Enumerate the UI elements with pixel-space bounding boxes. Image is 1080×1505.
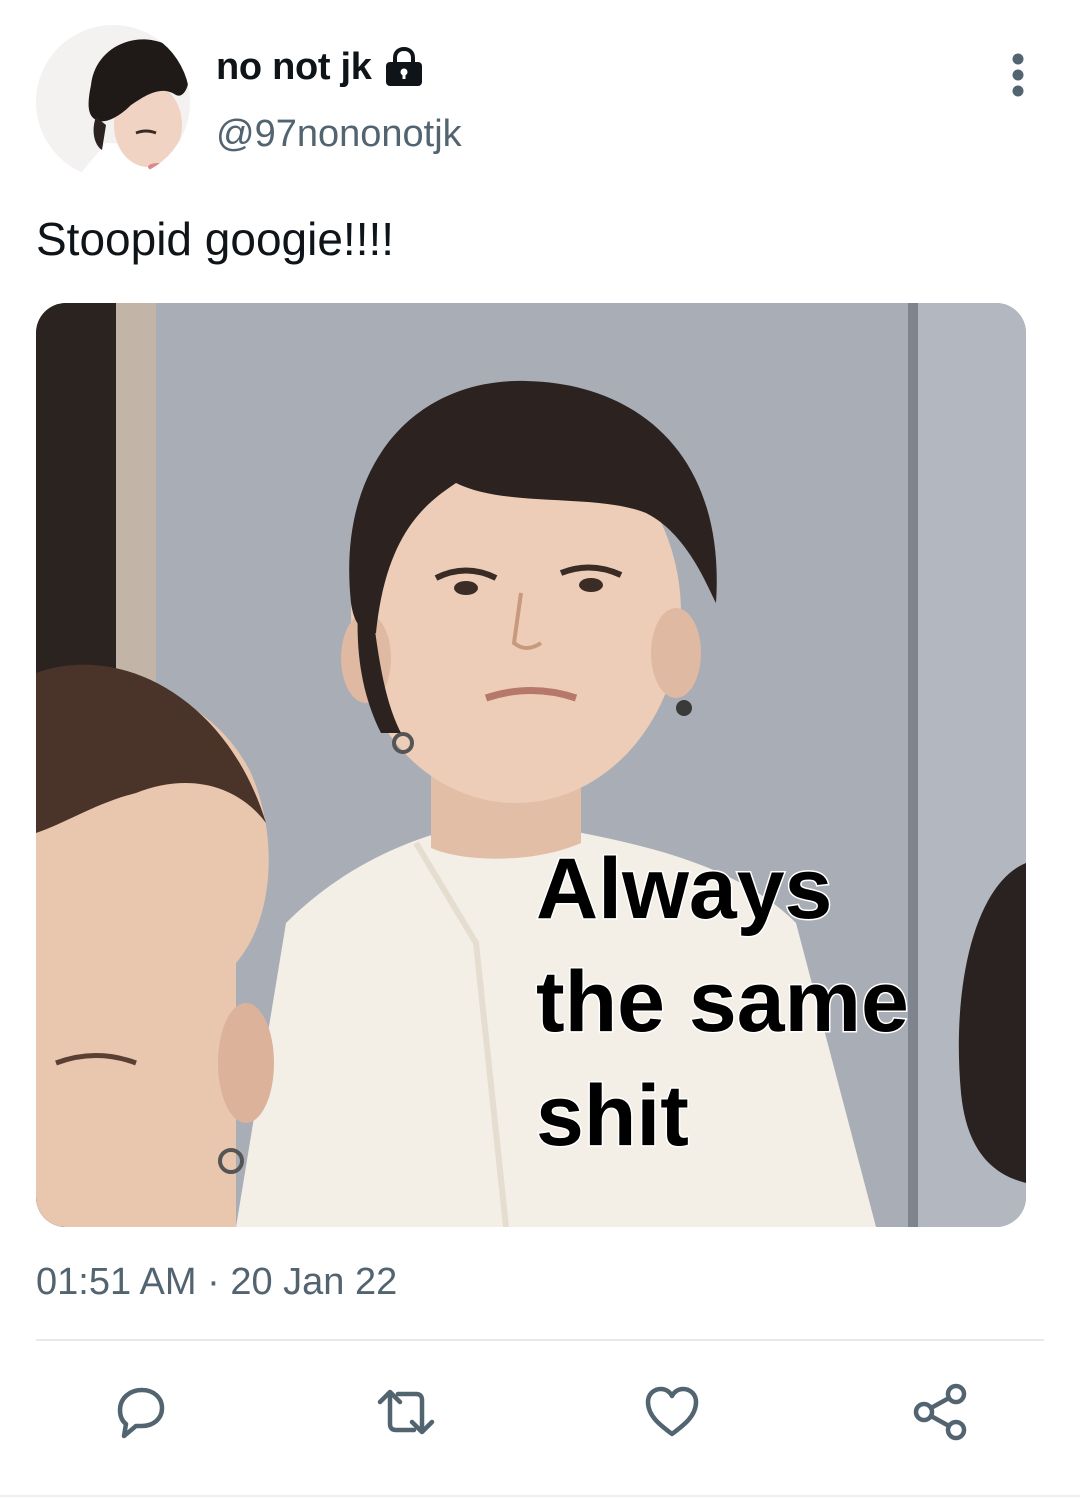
- reply-icon: [117, 1387, 165, 1439]
- like-button[interactable]: [632, 1372, 712, 1452]
- divider: [36, 1339, 1044, 1341]
- meme-caption-line-3: shit: [536, 1068, 689, 1164]
- share-button[interactable]: [900, 1372, 980, 1452]
- more-vertical-icon: [1012, 53, 1024, 97]
- bottom-divider: [0, 1495, 1080, 1497]
- display-name-row[interactable]: no not jk: [216, 43, 426, 91]
- more-options-button[interactable]: [996, 50, 1040, 100]
- like-icon: [645, 1386, 699, 1437]
- tweet-timestamp[interactable]: 01:51 AM · 20 Jan 22: [36, 1258, 397, 1306]
- meme-caption-line-2: the same: [536, 954, 909, 1050]
- reply-button[interactable]: [100, 1372, 180, 1452]
- lock-icon: [382, 46, 426, 87]
- user-handle[interactable]: @97nononotjk: [216, 110, 462, 158]
- meme-caption-line-1: Always: [536, 841, 832, 937]
- display-name[interactable]: no not jk: [216, 43, 372, 91]
- avatar[interactable]: [36, 25, 190, 179]
- retweet-button[interactable]: [366, 1372, 446, 1452]
- tweet-media[interactable]: Always the same shit: [36, 303, 1026, 1227]
- tweet-text: Stoopid googie!!!!: [36, 213, 395, 265]
- retweet-icon: [377, 1389, 435, 1435]
- meme-image: Always the same shit: [36, 303, 1026, 1227]
- avatar-photo: [36, 25, 190, 179]
- share-icon: [913, 1383, 967, 1441]
